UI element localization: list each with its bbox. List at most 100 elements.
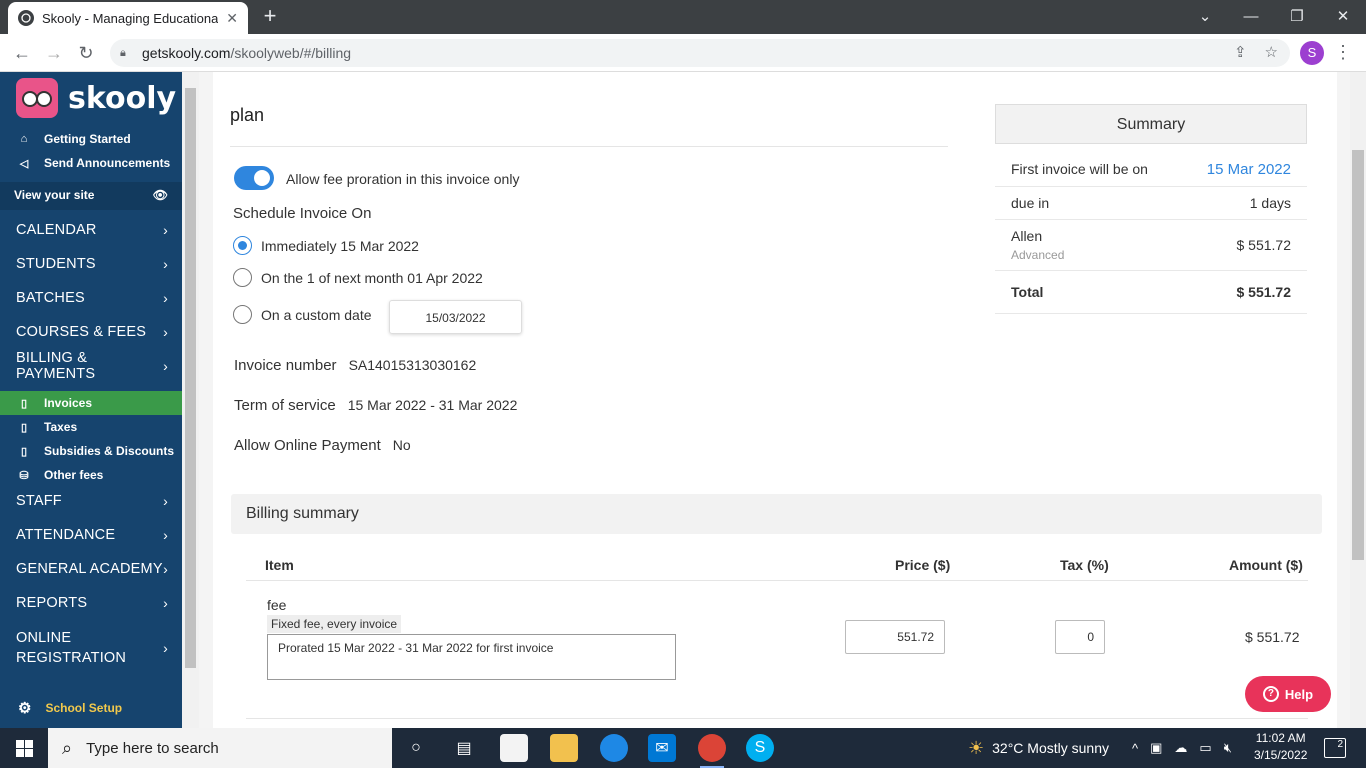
divider — [246, 580, 1308, 581]
custom-date-input[interactable]: 15/03/2022 — [389, 300, 522, 334]
chevron-right-icon: › — [163, 324, 168, 340]
notification-icon[interactable]: 2 — [1324, 738, 1346, 758]
sidebar-item-staff[interactable]: STAFF › — [0, 484, 182, 518]
invoice-number-value: SA14015313030162 — [348, 357, 477, 373]
star-icon[interactable]: ☆ — [1265, 43, 1278, 61]
main-scroll-thumb[interactable] — [1352, 150, 1364, 560]
radio-custom-date[interactable] — [233, 305, 252, 324]
sidebar-item-batches[interactable]: BATCHES › — [0, 281, 182, 315]
globe-icon — [18, 10, 34, 26]
minimize-button[interactable]: — — [1228, 0, 1274, 32]
sidebar-item-label: STAFF — [16, 493, 62, 509]
sidebar-item-taxes[interactable]: ▯ Taxes — [0, 415, 182, 439]
main-content: plan Allow fee proration in this invoice… — [213, 72, 1337, 728]
sidebar-item-label: REPORTS — [16, 595, 88, 611]
sidebar-item-general-academy[interactable]: GENERAL ACADEMY › — [0, 552, 182, 586]
restore-button[interactable]: ❐ — [1274, 0, 1320, 32]
new-tab-button[interactable]: + — [258, 5, 282, 29]
chevron-up-icon[interactable]: ^ — [1132, 741, 1138, 756]
windows-start-button[interactable] — [0, 728, 48, 768]
url-field[interactable]: 🔒︎ getskooly.com/skoolyweb/#/billing ⇪ ☆ — [110, 39, 1290, 67]
sidebar-item-courses-fees[interactable]: COURSES & FEES › — [0, 315, 182, 349]
sidebar-item-label: GENERAL ACADEMY — [16, 561, 163, 577]
store-icon[interactable] — [500, 734, 528, 762]
clock[interactable]: 11:02 AM 3/15/2022 — [1254, 730, 1307, 764]
sidebar-scroll-thumb[interactable] — [185, 88, 196, 668]
sidebar-item-subsidies[interactable]: ▯ Subsidies & Discounts — [0, 439, 182, 463]
sidebar-item-label: Invoices — [44, 396, 93, 410]
radio-immediately[interactable] — [233, 236, 252, 255]
price-input[interactable]: 551.72 — [845, 620, 945, 654]
sidebar-item-calendar[interactable]: CALENDAR › — [0, 213, 182, 247]
url-path: /skoolyweb/#/billing — [230, 45, 352, 61]
search-placeholder: Type here to search — [86, 739, 219, 757]
sidebar-item-label: BILLING & PAYMENTS — [16, 350, 96, 382]
radio-immediately-label: Immediately 15 Mar 2022 — [261, 238, 419, 254]
clock-date: 3/15/2022 — [1254, 748, 1308, 762]
student-amount: $ 551.72 — [1236, 237, 1292, 253]
reload-icon[interactable]: ↻ — [74, 42, 98, 64]
battery-icon[interactable]: ▭ — [1199, 740, 1211, 756]
weather-text: 32°C Mostly sunny — [992, 740, 1110, 756]
sidebar-scrollbar[interactable] — [182, 72, 199, 728]
help-button[interactable]: ? Help — [1245, 676, 1331, 712]
device-icon[interactable]: ▣ — [1150, 740, 1162, 756]
close-window-button[interactable]: ✕ — [1320, 0, 1366, 32]
taskbar-search[interactable]: ⌕ Type here to search — [48, 728, 392, 768]
sidebar-item-online-registration[interactable]: ONLINE REGISTRATION › — [0, 628, 182, 668]
mail-icon[interactable]: ✉ — [648, 734, 676, 762]
profile-avatar[interactable]: S — [1300, 41, 1324, 65]
proration-label: Allow fee proration in this invoice only — [286, 171, 520, 187]
edge-icon[interactable] — [600, 734, 628, 762]
question-icon: ? — [1262, 686, 1279, 702]
url-domain: getskooly.com — [142, 45, 231, 61]
taskbar: ⌕ Type here to search ○ ▤ ✉ S ☀ 32°C Mos… — [0, 728, 1366, 768]
school-setup-link[interactable]: ⚙ School Setup — [0, 694, 182, 722]
column-header-amount: Amount ($) — [1229, 557, 1303, 573]
view-site-link[interactable]: View your site 👁︎ — [0, 182, 182, 210]
tax-input[interactable]: 0 — [1055, 620, 1105, 654]
tab-skooly[interactable]: Skooly - Managing Educational Jo ✕ — [8, 2, 248, 34]
share-icon[interactable]: ⇪ — [1234, 43, 1247, 61]
sidebar-item-billing-payments[interactable]: BILLING & PAYMENTS › — [0, 349, 182, 383]
coins-icon: ⛁ — [19, 469, 29, 482]
task-view-icon[interactable]: ▤ — [450, 734, 478, 762]
skype-icon[interactable]: S — [746, 734, 774, 762]
receipt-icon: ▯ — [20, 445, 28, 458]
sidebar-item-send-announcements[interactable]: ◁ Send Announcements — [0, 151, 182, 175]
skooly-logo[interactable]: skooly — [16, 78, 176, 118]
gutter — [199, 72, 213, 728]
sidebar-item-attendance[interactable]: ATTENDANCE › — [0, 518, 182, 552]
row-amount: $ 551.72 — [1245, 629, 1300, 645]
sidebar-item-getting-started[interactable]: ⌂ Getting Started — [0, 127, 182, 151]
lock-icon: 🔒︎ — [120, 47, 126, 59]
tab-title: Skooly - Managing Educational Jo — [42, 10, 219, 26]
fee-description-field[interactable]: Prorated 15 Mar 2022 - 31 Mar 2022 for f… — [267, 634, 676, 680]
invoice-number-label: Invoice number — [234, 357, 337, 374]
sidebar-item-students[interactable]: STUDENTS › — [0, 247, 182, 281]
tab-search-icon[interactable]: ⌄ — [1182, 0, 1228, 32]
address-bar-row: ← → ↻ 🔒︎ getskooly.com/skoolyweb/#/billi… — [0, 34, 1366, 72]
cortana-icon[interactable]: ○ — [402, 734, 430, 762]
main-scrollbar[interactable] — [1350, 72, 1366, 728]
chrome-icon[interactable] — [698, 734, 726, 768]
weather-widget[interactable]: ☀ 32°C Mostly sunny — [968, 728, 1109, 768]
sidebar-item-reports[interactable]: REPORTS › — [0, 586, 182, 620]
file-explorer-icon[interactable] — [550, 734, 578, 762]
summary-total-row: Total $ 551.72 — [995, 271, 1307, 314]
summary-student-row: Allen Advanced $ 551.72 — [995, 220, 1307, 271]
radio-next-month[interactable] — [233, 268, 252, 287]
volume-icon[interactable]: 🔇︎ — [1224, 740, 1232, 756]
network-icon[interactable]: ☁ — [1174, 740, 1187, 756]
school-setup-label: School Setup — [45, 701, 123, 715]
proration-toggle[interactable] — [234, 166, 274, 190]
fee-name: fee — [267, 597, 287, 613]
eye-icon: 👁︎ — [152, 188, 168, 202]
summary-panel: Summary First invoice will be on 15 Mar 2… — [995, 104, 1307, 316]
due-value: 1 days — [1249, 195, 1291, 211]
back-icon[interactable]: ← — [10, 42, 34, 64]
close-tab-icon[interactable]: ✕ — [226, 10, 238, 27]
menu-icon[interactable]: ⋮ — [1334, 42, 1352, 63]
forward-icon[interactable]: → — [42, 42, 66, 64]
sidebar-item-invoices[interactable]: ▯ Invoices — [0, 391, 182, 415]
